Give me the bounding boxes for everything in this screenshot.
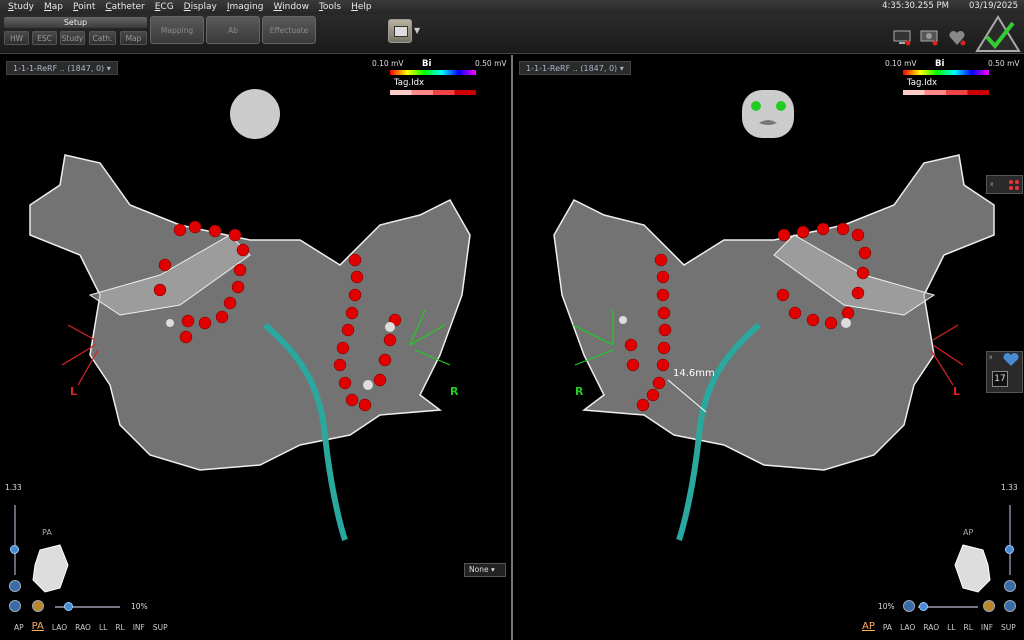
heart-tag-icon: x	[989, 352, 1019, 366]
view-tab-pa[interactable]: PA	[32, 621, 44, 632]
heart-icon[interactable]	[948, 30, 966, 46]
setup-tab-esc[interactable]: ESC	[32, 31, 57, 45]
label-left: L	[70, 385, 78, 398]
view-tab-inf-right[interactable]: INF	[981, 623, 993, 632]
view-tab-ap-right[interactable]: AP	[862, 621, 875, 632]
view-tab-pa-right[interactable]: PA	[883, 623, 892, 632]
chevron-down-icon[interactable]: ▼	[414, 26, 420, 35]
view-tab-lao[interactable]: LAO	[52, 623, 67, 632]
anatomy-3d-left[interactable]	[0, 55, 511, 640]
view-tab-rl[interactable]: RL	[115, 623, 124, 632]
opacity-slider-knob[interactable]	[64, 602, 73, 611]
zoom-percent-right: 10%	[878, 602, 895, 611]
menu-catheter[interactable]: Catheter	[105, 2, 144, 12]
system-ok-icon[interactable]	[975, 15, 1021, 53]
setup-button[interactable]: Setup	[4, 17, 147, 28]
orientation-label-right: AP	[963, 528, 974, 537]
right-viewport[interactable]: 1-1-1-ReRF .. (1847, 0) ▾ 0.10 mV Bi 0.5…	[513, 55, 1024, 640]
orientation-button[interactable]	[32, 600, 44, 612]
setup-tab-cath[interactable]: Cath.	[89, 31, 116, 45]
left-viewport[interactable]: 1-1-1-ReRF .. (1847, 0) ▾ 0.10 mV Bi 0.5…	[0, 55, 511, 640]
orientation-label: PA	[42, 528, 52, 537]
orientation-face-front	[742, 90, 794, 138]
ab-button[interactable]: Ab	[206, 16, 260, 44]
heart-orientation-icon	[32, 544, 69, 593]
view-tab-rl-right[interactable]: RL	[964, 623, 973, 632]
view-tab-rao-right[interactable]: RAO	[923, 623, 939, 632]
view-tab-ll[interactable]: LL	[99, 623, 107, 632]
none-dropdown[interactable]: None ▾	[464, 563, 506, 577]
view-tab-ll-right[interactable]: LL	[947, 623, 955, 632]
heart-orientation-icon-right	[954, 544, 991, 593]
orientation-button-right[interactable]	[983, 600, 995, 612]
clock: 4:35:30.255 PM	[882, 1, 949, 11]
menu-tools[interactable]: Tools	[319, 2, 341, 12]
view-settings-button-right[interactable]	[903, 600, 915, 612]
view-tab-sup[interactable]: SUP	[153, 623, 168, 632]
tag-panel[interactable]: x 17	[986, 351, 1023, 393]
menu-imaging[interactable]: Imaging	[227, 2, 264, 12]
monitor-icon[interactable]	[893, 30, 911, 46]
zoom-value-right: 1.33	[1001, 483, 1018, 492]
zoom-slider-knob-right[interactable]	[1005, 545, 1014, 554]
measurement-label: 14.6mm	[673, 368, 715, 379]
reset-view-button-right[interactable]	[1004, 580, 1016, 592]
zoom-slider-track[interactable]	[14, 505, 16, 575]
clock-area: 4:35:30.255 PM 03/19/2025	[882, 1, 1018, 11]
catheter-panel[interactable]: x	[986, 175, 1023, 194]
view-tabs-right: AP PA LAO RAO LL RL INF SUP	[862, 621, 1016, 632]
none-dropdown-value: None	[469, 565, 489, 574]
zoom-value: 1.33	[5, 483, 22, 492]
effectuate-button[interactable]: Effectuate	[262, 16, 316, 44]
date: 03/19/2025	[969, 1, 1018, 11]
menu-bar: Study Map Point Catheter ECG Display Ima…	[0, 0, 1024, 14]
label-right: R	[450, 385, 459, 398]
atrial-shell-right	[553, 154, 995, 471]
toolbar: Setup HW ESC Study Cath. Map Mapping Ab …	[0, 14, 1024, 54]
label-left-right: R	[575, 385, 584, 398]
menu-help[interactable]: Help	[351, 2, 372, 12]
zoom-slider-track-right[interactable]	[1009, 505, 1011, 575]
view-tab-lao-right[interactable]: LAO	[900, 623, 915, 632]
screen-capture-button[interactable]	[388, 19, 412, 43]
view-tab-sup-right[interactable]: SUP	[1001, 623, 1016, 632]
anatomy-3d-right[interactable]	[513, 55, 1024, 640]
left-axis-marker-2	[930, 324, 964, 386]
extra-button-right[interactable]	[1004, 600, 1016, 612]
display-icon[interactable]	[920, 30, 938, 46]
atrial-shell	[29, 154, 471, 471]
orientation-head-back	[230, 89, 280, 139]
menu-display[interactable]: Display	[184, 2, 217, 12]
tag-number[interactable]: 17	[992, 371, 1008, 387]
opacity-slider-knob-right[interactable]	[919, 602, 928, 611]
setup-tab-map[interactable]: Map	[120, 31, 147, 45]
view-tab-rao[interactable]: RAO	[75, 623, 91, 632]
view-tabs: AP PA LAO RAO LL RL INF SUP	[14, 621, 168, 632]
catheter-icon: x	[990, 180, 1019, 190]
view-settings-button[interactable]	[9, 600, 21, 612]
menu-window[interactable]: Window	[273, 2, 309, 12]
menu-study[interactable]: Study	[8, 2, 34, 12]
menu-ecg[interactable]: ECG	[155, 2, 174, 12]
view-tab-ap[interactable]: AP	[14, 623, 24, 632]
svg-text:x: x	[989, 354, 993, 361]
svg-text:x: x	[990, 181, 994, 188]
menu-map[interactable]: Map	[44, 2, 63, 12]
zoom-percent: 10%	[131, 602, 148, 611]
mapping-button[interactable]: Mapping	[150, 16, 204, 44]
label-right-right: L	[953, 385, 961, 398]
menu-point[interactable]: Point	[73, 2, 95, 12]
zoom-slider-knob[interactable]	[10, 545, 19, 554]
reset-view-button[interactable]	[9, 580, 21, 592]
view-tab-inf[interactable]: INF	[133, 623, 145, 632]
setup-tab-study[interactable]: Study	[60, 31, 85, 45]
setup-tab-hw[interactable]: HW	[4, 31, 29, 45]
